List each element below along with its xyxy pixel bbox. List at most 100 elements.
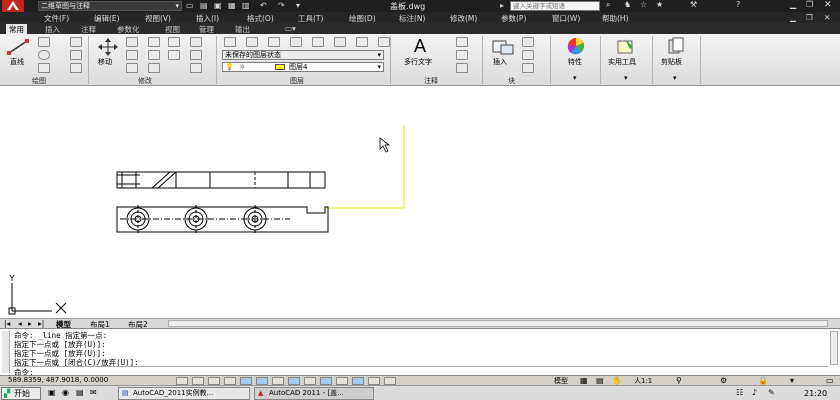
nav-prev-icon[interactable]: ◂ (18, 319, 22, 328)
subscription-icon[interactable]: ♞ (624, 0, 631, 9)
tab-home[interactable]: 常用 (6, 24, 27, 34)
save-as-icon[interactable]: ▦ (228, 1, 236, 10)
osnap-icon[interactable] (256, 377, 268, 385)
help-icon[interactable]: ? (736, 0, 740, 9)
trim-icon[interactable] (148, 37, 160, 47)
table-icon[interactable] (456, 63, 468, 73)
explode-icon[interactable] (190, 50, 202, 60)
print-icon[interactable]: ▥ (242, 1, 250, 10)
save-icon[interactable]: ▣ (214, 1, 222, 10)
drawing-quick-view-icon[interactable]: ▤ (596, 376, 604, 385)
clean-screen-icon[interactable]: ▭ (826, 376, 834, 385)
snap-icon[interactable] (192, 377, 204, 385)
nav-next-icon[interactable]: ▸ (28, 319, 32, 328)
dimension-icon[interactable] (456, 37, 468, 47)
rectangle-icon[interactable] (70, 37, 82, 47)
workspace-dropdown[interactable]: 二维草图与注释 ▾ (38, 1, 182, 11)
ortho-icon[interactable] (224, 377, 236, 385)
offset-icon[interactable] (190, 63, 202, 73)
layer-state-icon[interactable] (246, 37, 258, 47)
array-icon[interactable] (168, 50, 180, 60)
pan-icon[interactable]: ✋ (612, 376, 622, 385)
hatch-icon[interactable] (70, 50, 82, 60)
layer-match-icon[interactable] (268, 37, 280, 47)
otrack-icon[interactable] (288, 377, 300, 385)
qat-dropdown-icon[interactable]: ▾ (296, 1, 300, 10)
doc-minimize-icon[interactable]: ▁ (790, 13, 796, 22)
attribute-icon[interactable] (522, 63, 534, 73)
layer-properties-icon[interactable] (224, 37, 236, 47)
copy-icon[interactable] (168, 37, 180, 47)
infer-constraints-icon[interactable] (176, 377, 188, 385)
quick-launch-icon[interactable]: ▤ (76, 388, 84, 397)
quick-launch-icon[interactable]: ◉ (62, 388, 69, 397)
tray-network-icon[interactable]: ☷ (736, 388, 743, 397)
layer-isolate-icon[interactable] (312, 37, 324, 47)
command-scrollbar[interactable] (830, 331, 838, 365)
transparency-icon[interactable] (352, 377, 364, 385)
ribbon-toggle-icon[interactable]: ▭▾ (282, 24, 299, 33)
edit-block-icon[interactable] (522, 50, 534, 60)
restore-icon[interactable]: ❐ (806, 0, 813, 9)
draw-panel-label[interactable]: 绘图 (32, 76, 46, 86)
nav-last-icon[interactable]: ▸| (38, 319, 44, 328)
layer-panel-label[interactable]: 图层 (290, 76, 304, 86)
region-icon[interactable] (70, 63, 82, 73)
block-panel-label[interactable]: 块 (508, 76, 515, 86)
nav-first-icon[interactable]: |◂ (4, 319, 10, 328)
annotation-visibility-icon[interactable]: ⚲ (676, 376, 682, 385)
start-button[interactable]: ▞ 开始 (1, 387, 41, 400)
stretch-icon[interactable] (126, 63, 138, 73)
ducs-icon[interactable] (304, 377, 316, 385)
doc-close-icon[interactable]: ✕ (824, 13, 830, 22)
insert-block-button[interactable]: 插入 (488, 36, 518, 70)
rotate-icon[interactable] (126, 37, 138, 47)
minimize-icon[interactable]: ▁ (790, 0, 796, 9)
circle-icon[interactable] (38, 50, 50, 60)
command-grip[interactable] (2, 331, 10, 373)
mirror-icon[interactable] (126, 50, 138, 60)
search-input[interactable] (510, 1, 600, 11)
3d-osnap-icon[interactable] (272, 377, 284, 385)
scale-icon[interactable] (148, 63, 160, 73)
grid-icon[interactable] (208, 377, 220, 385)
layer-dropdown[interactable]: 💡 ☼ 图层4 ▾ (222, 62, 384, 72)
modify-panel-label[interactable]: 修改 (138, 76, 152, 86)
layer-freeze-icon[interactable] (334, 37, 346, 47)
horizontal-scrollbar[interactable] (168, 320, 828, 327)
leader-icon[interactable] (456, 50, 468, 60)
quick-launch-icon[interactable]: ▣ (48, 388, 56, 397)
arc-icon[interactable] (38, 63, 50, 73)
lineweight-icon[interactable] (336, 377, 348, 385)
communication-icon[interactable]: ☆ (640, 0, 647, 9)
quick-properties-icon[interactable] (368, 377, 380, 385)
tools-icon[interactable]: ⚒ (690, 0, 697, 9)
layer-lock-icon[interactable] (378, 37, 390, 47)
layout-quick-view-icon[interactable]: ▦ (580, 376, 588, 385)
erase-icon[interactable] (190, 37, 202, 47)
favorites-icon[interactable]: ★ (656, 0, 663, 9)
polar-icon[interactable] (240, 377, 252, 385)
workspace-switch-icon[interactable]: ⚙ (720, 376, 727, 385)
layer-previous-icon[interactable] (290, 37, 302, 47)
app-logo-icon[interactable] (2, 0, 24, 12)
polyline-icon[interactable] (38, 37, 50, 47)
new-file-icon[interactable]: ▭ (186, 1, 194, 10)
clipboard-button[interactable]: 剪贴板 ▾ (656, 36, 696, 82)
close-icon[interactable]: ✕ (824, 0, 832, 10)
tray-volume-icon[interactable]: ♪ (752, 388, 757, 397)
fillet-icon[interactable] (148, 50, 160, 60)
mtext-button[interactable]: A 多行文字 (398, 36, 448, 72)
open-file-icon[interactable]: ▤ (200, 1, 208, 10)
quick-launch-icon[interactable]: ✉ (90, 388, 97, 397)
layer-state-dropdown[interactable]: 未保存的图层状态 ▾ (222, 50, 384, 60)
taskbar-item-document[interactable]: ▤ AutoCAD_2011实例教... (118, 387, 250, 400)
tray-ime-icon[interactable]: ✎ (768, 388, 775, 397)
utilities-button[interactable]: 实用工具 ▾ (604, 36, 648, 82)
hardware-acceleration-icon[interactable]: ▾ (790, 376, 794, 385)
redo-icon[interactable]: ↷ (278, 1, 285, 10)
properties-button[interactable]: 特性 ▾ (556, 36, 596, 82)
selection-cycling-icon[interactable] (384, 377, 396, 385)
command-input-row[interactable]: 命令: (12, 366, 828, 377)
search-icon[interactable]: ⌕ (606, 0, 610, 10)
